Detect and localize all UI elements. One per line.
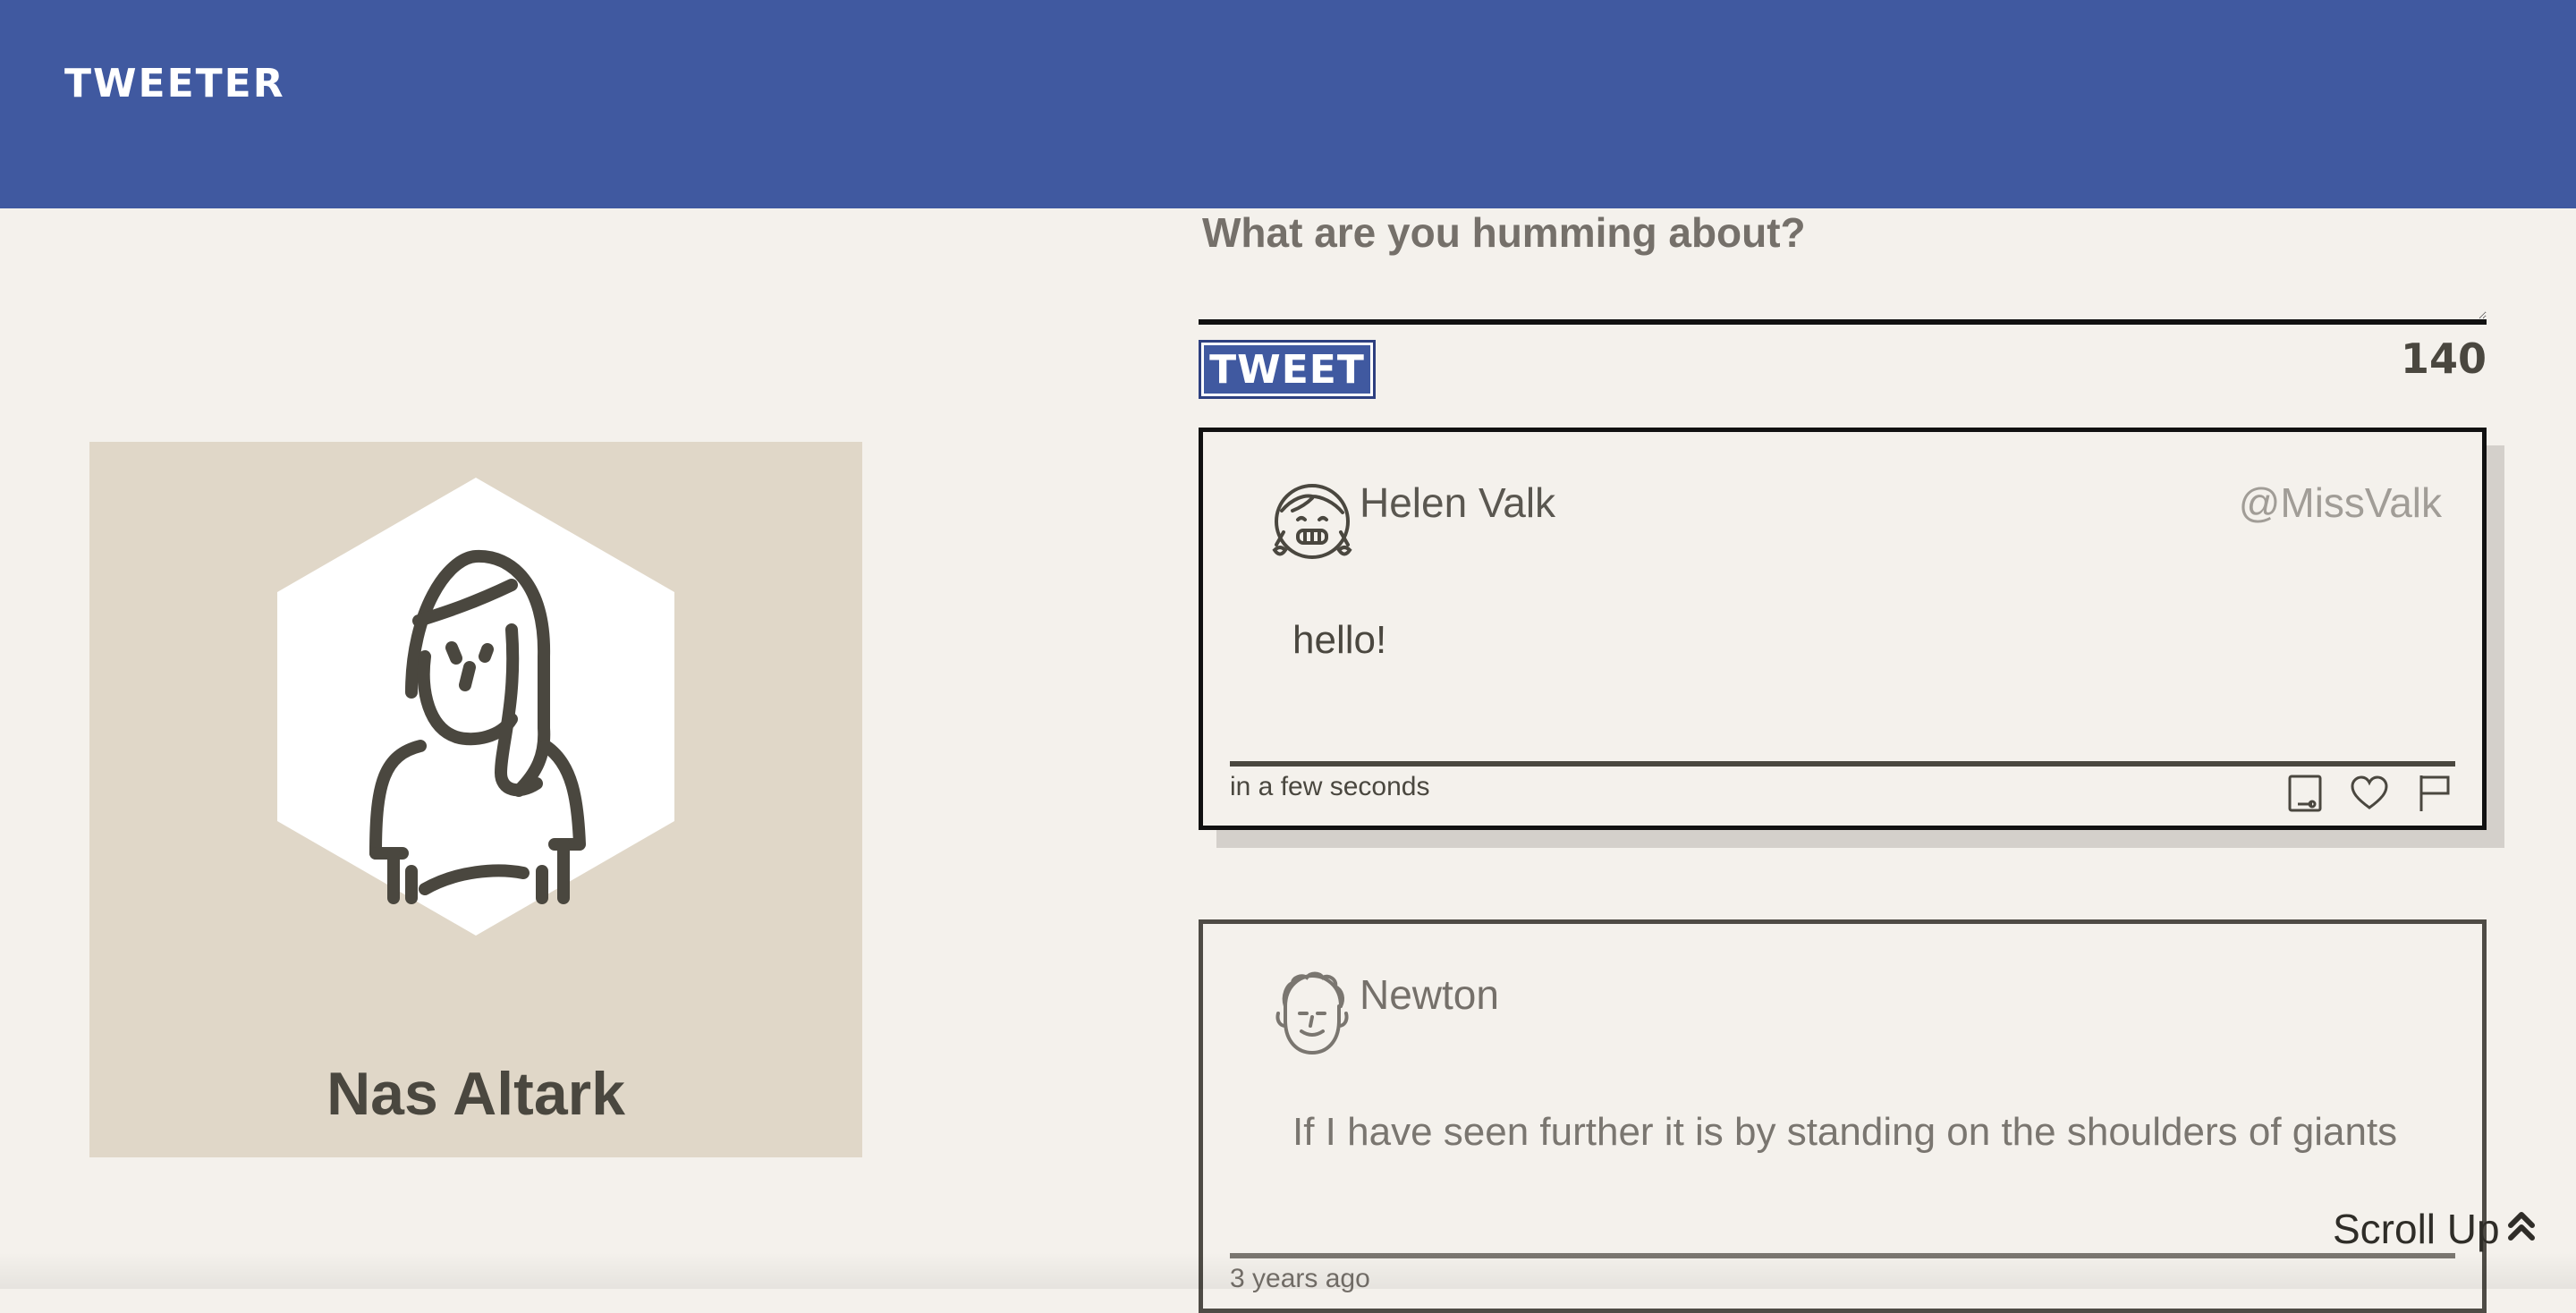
- tweet-compose-input[interactable]: [1199, 208, 2487, 325]
- hexagon-avatar-icon: [277, 478, 674, 936]
- profile-card: Nas Altark: [89, 442, 862, 1157]
- brand-logo[interactable]: TWEETER: [64, 61, 285, 106]
- scroll-up-label: Scroll Up: [2333, 1206, 2500, 1252]
- tweet-timestamp: in a few seconds: [1230, 772, 1430, 801]
- tweet-text: If I have seen further it is by standing…: [1292, 1110, 2398, 1154]
- top-navbar: TWEETER: [0, 0, 2576, 208]
- flag-icon[interactable]: [2412, 772, 2455, 815]
- man-avatar-icon: [1266, 967, 1359, 1060]
- tweet-handle[interactable]: @MissValk: [2239, 479, 2442, 527]
- profile-name: Nas Altark: [326, 1060, 625, 1128]
- tweet-author: Newton: [1360, 971, 1499, 1018]
- tweet-card: Helen Valk @MissValk hello! in a few sec…: [1199, 428, 2487, 830]
- scroll-up-button[interactable]: Scroll Up: [2333, 1202, 2538, 1256]
- retweet-icon[interactable]: [2284, 772, 2326, 815]
- tweet-timestamp: 3 years ago: [1230, 1264, 1370, 1293]
- tweet-author: Helen Valk: [1360, 479, 1556, 526]
- character-counter: 140: [2400, 335, 2487, 383]
- girl-avatar-icon: [1266, 475, 1359, 568]
- tweet-actions: [2284, 772, 2455, 815]
- profile-avatar: [277, 478, 674, 936]
- heart-icon[interactable]: [2348, 772, 2391, 815]
- chevron-double-up-icon: [2505, 1205, 2538, 1253]
- tweet-divider: [1230, 1253, 2455, 1258]
- tweet-button[interactable]: TWEET: [1199, 340, 1376, 399]
- tweet-text: hello!: [1292, 618, 1387, 662]
- tweet-card: Newton If I have seen further it is by s…: [1199, 919, 2487, 1313]
- tweet-divider: [1230, 761, 2455, 767]
